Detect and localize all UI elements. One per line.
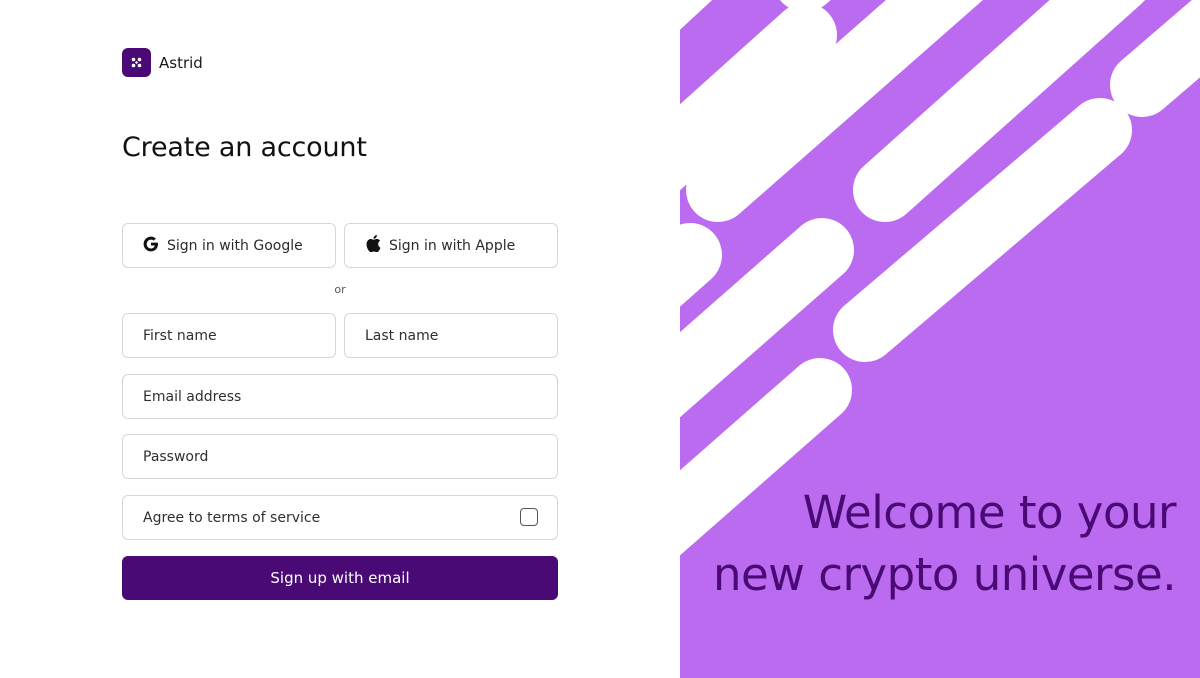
first-name-input[interactable]	[143, 327, 335, 344]
signup-panel: Astrid Create an account Sign in with Go…	[0, 0, 680, 678]
brand[interactable]: Astrid	[122, 48, 203, 77]
or-divider: or	[334, 283, 346, 296]
page-title: Create an account	[122, 132, 367, 163]
hero-headline: Welcome to your new crypto universe.	[696, 482, 1177, 606]
apple-icon	[365, 235, 381, 256]
last-name-input[interactable]	[365, 327, 557, 344]
hero-panel: Welcome to your new crypto universe.	[680, 0, 1200, 678]
brand-name: Astrid	[159, 53, 203, 72]
google-signin-label: Sign in with Google	[167, 237, 303, 254]
google-icon	[143, 236, 159, 256]
google-signin-button[interactable]: Sign in with Google	[122, 223, 336, 268]
terms-row[interactable]: Agree to terms of service	[122, 495, 558, 540]
password-field[interactable]	[122, 434, 558, 479]
terms-label: Agree to terms of service	[143, 509, 321, 526]
signup-email-button[interactable]: Sign up with email	[122, 556, 558, 600]
terms-checkbox[interactable]	[520, 508, 538, 526]
four-dots-icon	[122, 48, 151, 77]
first-name-field[interactable]	[122, 313, 336, 358]
email-field[interactable]	[122, 374, 558, 419]
password-input[interactable]	[143, 448, 557, 465]
apple-signin-label: Sign in with Apple	[389, 237, 516, 254]
last-name-field[interactable]	[344, 313, 558, 358]
hero-headline-line2: new crypto universe.	[712, 548, 1177, 601]
hero-headline-line1: Welcome to your	[802, 486, 1177, 539]
sso-buttons: Sign in with Google Sign in with Apple	[122, 223, 558, 268]
apple-signin-button[interactable]: Sign in with Apple	[344, 223, 558, 268]
email-input[interactable]	[143, 388, 557, 405]
